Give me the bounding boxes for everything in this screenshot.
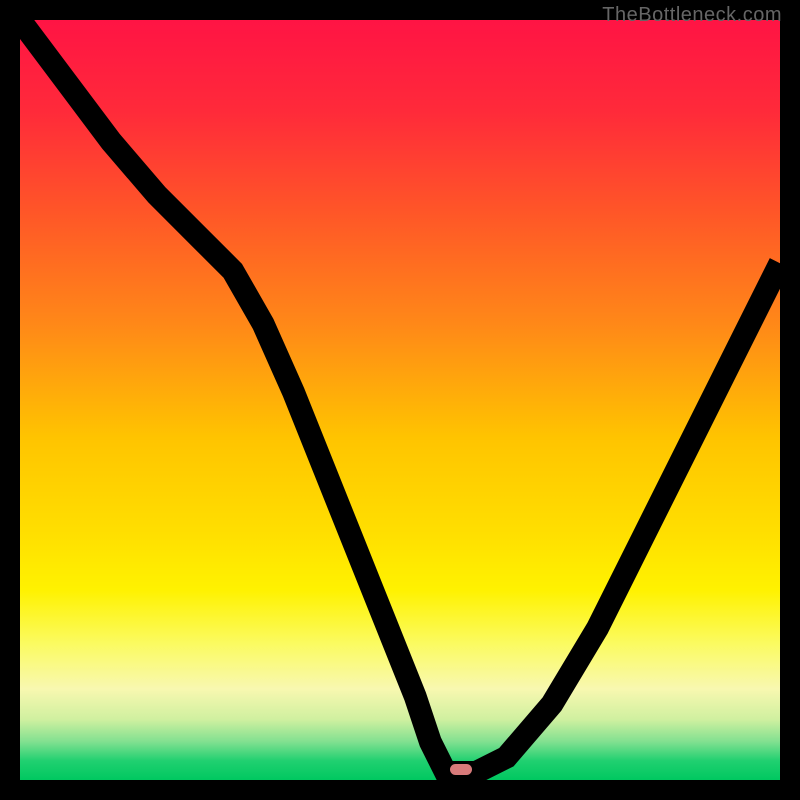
watermark-text: TheBottleneck.com — [602, 4, 782, 27]
bottleneck-chart — [20, 20, 780, 780]
curve-path — [20, 20, 780, 772]
optimal-marker — [450, 764, 472, 775]
bottleneck-curve — [20, 20, 780, 780]
